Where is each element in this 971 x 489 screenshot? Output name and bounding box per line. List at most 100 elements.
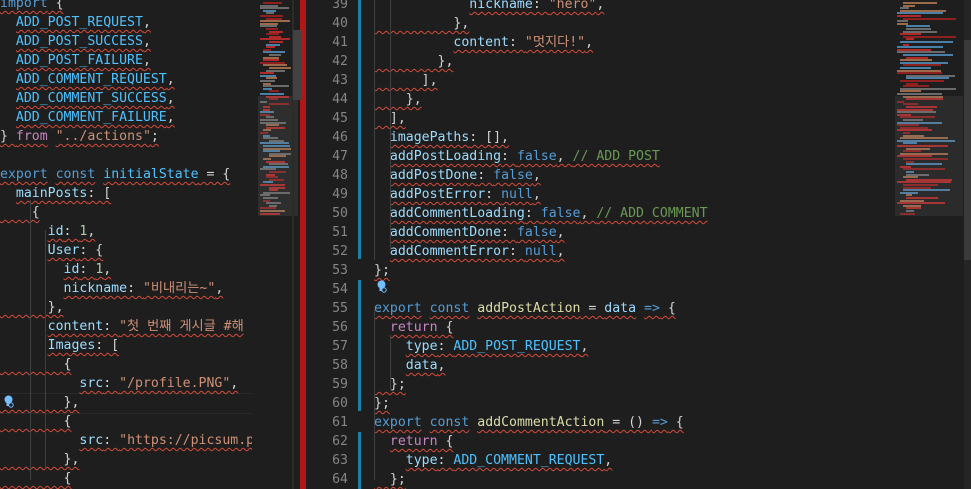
code-line[interactable]: mainPosts: [ — [0, 184, 252, 203]
git-change-marker[interactable] — [358, 0, 361, 259]
line-number[interactable]: 45 — [308, 109, 348, 128]
code-line[interactable]: { — [0, 469, 252, 488]
code-line[interactable]: }; — [374, 394, 390, 413]
line-number[interactable]: 51 — [308, 223, 348, 242]
code-line[interactable]: addPostLoading: false, // ADD POST — [374, 147, 660, 166]
code-line[interactable]: ], — [374, 71, 438, 90]
git-change-marker[interactable] — [358, 432, 361, 489]
code-line[interactable]: addCommentDone: false, — [374, 223, 565, 242]
code-line[interactable]: }, — [374, 52, 454, 71]
line-number[interactable]: 56 — [308, 318, 348, 337]
line-number[interactable]: 64 — [308, 470, 348, 489]
code-token: , — [166, 91, 175, 106]
code-line[interactable]: }, — [0, 298, 252, 317]
code-line[interactable]: src: "https://picsum.ph — [0, 431, 252, 450]
line-number[interactable]: 62 — [308, 432, 348, 451]
code-line[interactable]: data, — [374, 356, 446, 375]
code-token: addPostDone — [389, 168, 478, 183]
code-line[interactable]: nickname: "hero", — [374, 0, 604, 14]
code-line[interactable]: Images: [ — [0, 336, 252, 355]
line-number[interactable]: 59 — [308, 375, 348, 394]
code-line[interactable]: ADD_POST_SUCCESS, — [0, 32, 252, 51]
code-line[interactable]: type: ADD_COMMENT_REQUEST, — [374, 451, 612, 470]
code-line[interactable]: content: "첫 번째 게시글 #해 — [0, 317, 252, 336]
code-line[interactable]: { — [0, 412, 252, 431]
right-editor[interactable]: 39 40 41 42 43 44 45 46 47 48 49 50 51 52 53 54 55 56 57 58… — [308, 0, 971, 489]
right-minimap[interactable] — [895, 0, 971, 489]
code-line[interactable]: nickname: "비내리는~", — [0, 279, 252, 298]
code-token: const — [429, 301, 470, 316]
code-line[interactable]: addPostDone: false, — [374, 166, 541, 185]
minimap-viewport[interactable] — [895, 96, 963, 216]
line-number[interactable]: 42 — [308, 52, 348, 71]
code-line[interactable]: ADD_COMMENT_REQUEST, — [0, 70, 252, 89]
line-number[interactable]: 52 — [308, 242, 348, 261]
left-editor[interactable]: import { ADD_POST_REQUEST, ADD_POST_SUCC… — [0, 0, 252, 489]
code-line[interactable]: }, — [374, 14, 469, 33]
line-number[interactable]: 39 — [308, 0, 348, 14]
code-line[interactable]: return { — [374, 432, 454, 451]
code-line[interactable]: }, — [0, 450, 252, 469]
code-line[interactable]: { — [0, 355, 252, 374]
code-line[interactable]: addCommentError: null, — [374, 242, 565, 261]
code-line[interactable]: type: ADD_POST_REQUEST, — [374, 337, 589, 356]
code-line[interactable]: } from "../actions"; — [0, 127, 252, 146]
right-scrollbar-thumb[interactable] — [964, 40, 971, 260]
code-line[interactable]: export const addCommentAction = () => { — [374, 413, 684, 432]
code-line[interactable] — [0, 146, 252, 165]
line-number[interactable]: 50 — [308, 204, 348, 223]
code-line[interactable]: }; — [374, 261, 390, 280]
code-token: addPostError — [389, 187, 486, 202]
code-line[interactable]: addPostError: null, — [374, 185, 541, 204]
code-line[interactable]: return { — [374, 318, 454, 337]
code-line[interactable]: imagePaths: [], — [374, 128, 509, 147]
git-change-marker[interactable] — [358, 280, 361, 411]
line-number[interactable]: 40 — [308, 14, 348, 33]
code-token: "hero" — [548, 0, 597, 12]
code-line[interactable]: export const initialState = { — [0, 165, 252, 184]
line-number[interactable]: 61 — [308, 413, 348, 432]
code-line[interactable]: ADD_POST_REQUEST, — [0, 13, 252, 32]
code-token: "/profile.PNG" — [119, 376, 231, 391]
line-number[interactable]: 55 — [308, 299, 348, 318]
code-line[interactable]: ADD_COMMENT_FAILURE, — [0, 108, 252, 127]
line-number[interactable]: 41 — [308, 33, 348, 52]
lightbulb-icon[interactable] — [376, 280, 387, 293]
code-token: , — [604, 453, 613, 468]
code-line[interactable]: ADD_COMMENT_SUCCESS, — [0, 89, 252, 108]
line-number[interactable]: 49 — [308, 185, 348, 204]
code-line[interactable]: src: "/profile.PNG", — [0, 374, 252, 393]
code-line[interactable]: content: "멋지다!", — [374, 33, 593, 52]
code-line[interactable]: User: { — [0, 241, 252, 260]
code-line[interactable]: id: 1, — [0, 222, 252, 241]
code-line[interactable]: export const addPostAction = data => { — [374, 299, 676, 318]
code-line[interactable]: }, — [374, 90, 422, 109]
line-number[interactable]: 53 — [308, 261, 348, 280]
code-line[interactable]: ADD_POST_FAILURE, — [0, 51, 252, 70]
code-line[interactable]: }, — [0, 393, 252, 412]
line-number[interactable]: 58 — [308, 356, 348, 375]
code-token: return — [389, 434, 438, 449]
line-number[interactable]: 54 — [308, 280, 348, 299]
code-line[interactable]: import { — [0, 0, 252, 13]
code-line[interactable]: id: 1, — [0, 260, 252, 279]
code-line[interactable]: }; — [374, 470, 406, 489]
line-number[interactable]: 57 — [308, 337, 348, 356]
code-token: null — [501, 187, 533, 202]
line-number[interactable]: 47 — [308, 147, 348, 166]
line-number[interactable]: 44 — [308, 90, 348, 109]
code-token: false — [540, 206, 581, 221]
code-line[interactable]: addCommentLoading: false, // ADD COMMENT — [374, 204, 708, 223]
line-number[interactable]: 46 — [308, 128, 348, 147]
lightbulb-icon[interactable] — [3, 395, 14, 408]
line-number[interactable]: 48 — [308, 166, 348, 185]
line-number[interactable]: 60 — [308, 394, 348, 413]
line-number[interactable]: 43 — [308, 71, 348, 90]
code-token: : [], — [469, 130, 509, 145]
left-scrollbar-thumb[interactable] — [293, 30, 301, 100]
code-line[interactable]: { — [0, 203, 252, 222]
line-number[interactable]: 63 — [308, 451, 348, 470]
